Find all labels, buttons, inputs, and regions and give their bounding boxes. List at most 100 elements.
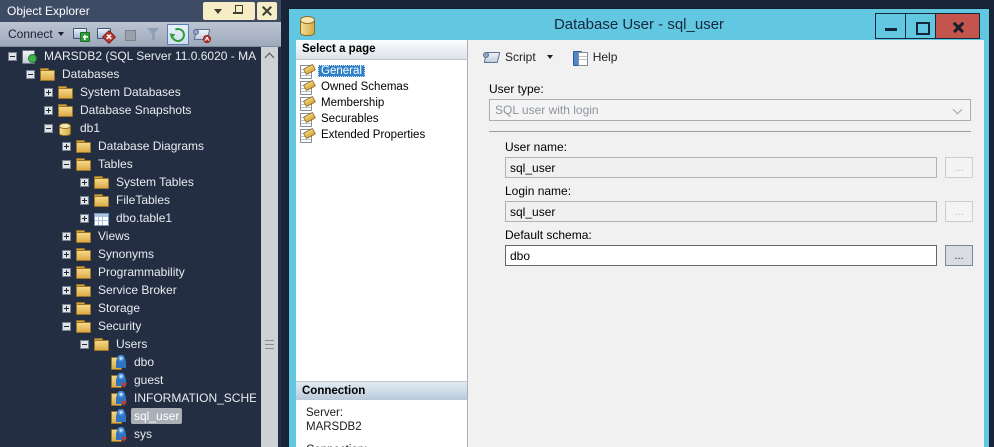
- tree-expander-icon[interactable]: [44, 106, 53, 115]
- object-explorer-panel: Object Explorer Connect: [0, 0, 281, 447]
- auto-generate-scripts-button[interactable]: [191, 24, 213, 45]
- tree-expander-icon[interactable]: [62, 160, 71, 169]
- dialog-body: Select a page General Owned Schemas Memb…: [296, 40, 984, 447]
- disconnect-server-button[interactable]: [95, 24, 117, 45]
- page-item-owned-schemas[interactable]: Owned Schemas: [299, 79, 467, 95]
- minimize-button[interactable]: [875, 13, 906, 39]
- tree-item-databases[interactable]: Databases: [0, 65, 256, 83]
- scrollbar-thumb-grip[interactable]: [265, 340, 274, 350]
- tree-item-database-snapshots[interactable]: Database Snapshots: [0, 101, 256, 119]
- tree-item-system-databases[interactable]: System Databases: [0, 83, 256, 101]
- tree-item-information-schema[interactable]: INFORMATION_SCHEMA: [0, 389, 256, 407]
- window-position-menu-icon[interactable]: [214, 9, 222, 14]
- tree-expander-icon[interactable]: [44, 124, 53, 133]
- tree-item-programmability[interactable]: Programmability: [0, 263, 256, 281]
- tree-item-label: dbo: [131, 354, 157, 370]
- script-button[interactable]: Script: [478, 46, 541, 68]
- close-icon: [261, 5, 273, 17]
- dialog-title-bar[interactable]: Database User - sql_user: [289, 9, 989, 40]
- tree-node-icon: [57, 85, 73, 99]
- script-dropdown-icon[interactable]: [547, 55, 553, 59]
- tree-scrollbar[interactable]: [261, 47, 278, 447]
- tree-item-label: db1: [77, 120, 103, 136]
- tree-item-security[interactable]: Security: [0, 317, 256, 335]
- user-name-browse-button[interactable]: ...: [945, 157, 973, 178]
- tree-node-icon: [111, 355, 127, 369]
- close-panel-button[interactable]: [257, 2, 277, 20]
- pin-icon[interactable]: [232, 4, 244, 18]
- page-item-securables[interactable]: Securables: [299, 111, 467, 127]
- tree-item-system-tables[interactable]: System Tables: [0, 173, 256, 191]
- tree-item-sql-user[interactable]: sql_user: [0, 407, 256, 425]
- tree-item-synonyms[interactable]: Synonyms: [0, 245, 256, 263]
- filter-icon: [145, 26, 162, 42]
- tree-expander-icon[interactable]: [44, 88, 53, 97]
- login-name-field[interactable]: [505, 201, 937, 222]
- tree-item-label: MARSDB2 (SQL Server 11.0.6020 - MARSD: [41, 48, 256, 64]
- tree-item-label: Security: [95, 318, 144, 334]
- tree-item-label: System Databases: [77, 84, 184, 100]
- script-error-icon: [193, 26, 210, 42]
- tree-expander-icon[interactable]: [62, 322, 71, 331]
- tree-item-views[interactable]: Views: [0, 227, 256, 245]
- page-item-label: Owned Schemas: [318, 81, 412, 93]
- tree-item-guest[interactable]: guest: [0, 371, 256, 389]
- general-page-form: Script Help User type: SQL user with log…: [468, 40, 984, 447]
- tree-expander-icon[interactable]: [80, 178, 89, 187]
- help-button[interactable]: Help: [567, 47, 623, 68]
- tree-node-icon: [75, 283, 91, 297]
- tree-node-icon: [93, 211, 109, 225]
- tree-expander-icon[interactable]: [62, 232, 71, 241]
- tree-item-dbo[interactable]: dbo: [0, 353, 256, 371]
- tree-expander-icon[interactable]: [62, 268, 71, 277]
- tree-item-label: Users: [113, 336, 150, 352]
- stop-button[interactable]: [119, 24, 141, 45]
- tree-expander-icon[interactable]: [62, 250, 71, 259]
- tree-item-marsdb2-sql-server-11-0-6020-mar[interactable]: MARSDB2 (SQL Server 11.0.6020 - MARSD: [0, 47, 256, 65]
- default-schema-label: Default schema:: [505, 228, 984, 242]
- connect-label: Connect: [8, 27, 53, 41]
- tree-expander-icon[interactable]: [80, 340, 89, 349]
- tree-expander-icon[interactable]: [62, 304, 71, 313]
- tree-item-sys[interactable]: sys: [0, 425, 256, 443]
- page-item-membership[interactable]: Membership: [299, 95, 467, 111]
- select-a-page-header: Select a page: [296, 40, 467, 60]
- help-icon: [572, 50, 588, 65]
- tree-item-label: Programmability: [95, 264, 188, 280]
- close-button[interactable]: [935, 13, 980, 39]
- tree-expander-icon[interactable]: [62, 142, 71, 151]
- tree-item-dbo-table1[interactable]: dbo.table1: [0, 209, 256, 227]
- scroll-up-arrow-icon[interactable]: [261, 47, 278, 63]
- tree-expander-icon[interactable]: [62, 286, 71, 295]
- tree-item-users[interactable]: Users: [0, 335, 256, 353]
- connect-server-button[interactable]: [71, 24, 93, 45]
- tree-expander-icon[interactable]: [80, 214, 89, 223]
- user-name-field[interactable]: [505, 157, 937, 178]
- default-schema-field[interactable]: [505, 245, 937, 266]
- tree-expander-icon[interactable]: [80, 196, 89, 205]
- filter-button[interactable]: [143, 24, 165, 45]
- connect-button[interactable]: Connect: [0, 24, 70, 45]
- tree-item-db1[interactable]: db1: [0, 119, 256, 137]
- page-icon: [299, 128, 315, 142]
- tree-item-tables[interactable]: Tables: [0, 155, 256, 173]
- dialog-toolbar: Script Help: [468, 40, 984, 74]
- maximize-button[interactable]: [905, 13, 936, 39]
- default-schema-browse-button[interactable]: ...: [945, 245, 973, 266]
- tree-item-filetables[interactable]: FileTables: [0, 191, 256, 209]
- page-item-extended-properties[interactable]: Extended Properties: [299, 127, 467, 143]
- tree-item-label: Service Broker: [95, 282, 180, 298]
- user-type-combobox[interactable]: SQL user with login: [489, 99, 971, 121]
- tree-node-icon: [111, 427, 127, 441]
- tree-item-label: dbo.table1: [113, 210, 175, 226]
- tree-item-database-diagrams[interactable]: Database Diagrams: [0, 137, 256, 155]
- server-value: MARSDB2: [306, 420, 467, 434]
- tree-item-storage[interactable]: Storage: [0, 299, 256, 317]
- refresh-button[interactable]: [167, 24, 189, 45]
- tree-expander-icon[interactable]: [26, 70, 35, 79]
- tree-item-service-broker[interactable]: Service Broker: [0, 281, 256, 299]
- login-name-label: Login name:: [505, 184, 984, 198]
- page-item-general[interactable]: General: [299, 63, 467, 79]
- tree-expander-icon[interactable]: [8, 52, 17, 61]
- login-name-browse-button[interactable]: ...: [945, 201, 973, 222]
